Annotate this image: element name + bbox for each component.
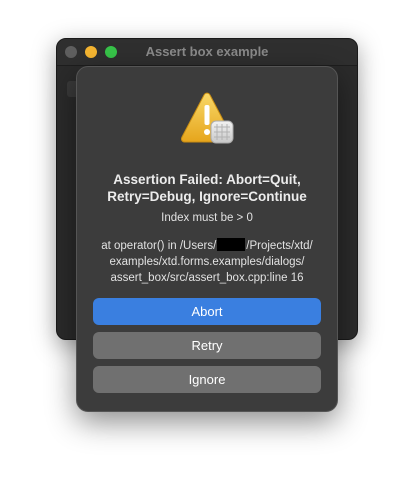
retry-button[interactable]: Retry [93,332,321,359]
alert-title: Assertion Failed: Abort=Quit, Retry=Debu… [107,172,307,204]
screen: Assert box example Assertion Failed: Abo… [0,0,412,484]
parent-titlebar: Assert box example [57,39,357,66]
redacted-username [217,238,246,251]
ignore-button[interactable]: Ignore [93,366,321,393]
assert-alert-dialog: Assertion Failed: Abort=Quit, Retry=Debu… [76,66,338,412]
warning-icon [181,92,234,144]
detail-line3: examples/xtd.forms.examples/dialogs/ [109,256,305,268]
detail-prefix: at operator() in /Users/ [101,240,217,252]
abort-button[interactable]: Abort [93,298,321,325]
detail-line2-suffix: /Projects/xtd/ [246,240,313,252]
detail-line4: assert_box/src/assert_box.cpp:line 16 [110,272,304,284]
alert-message: Index must be > 0 [161,212,253,224]
window-title: Assert box example [145,44,269,59]
alert-detail: at operator() in /Users/ /Projects/xtd/ e… [87,238,327,286]
